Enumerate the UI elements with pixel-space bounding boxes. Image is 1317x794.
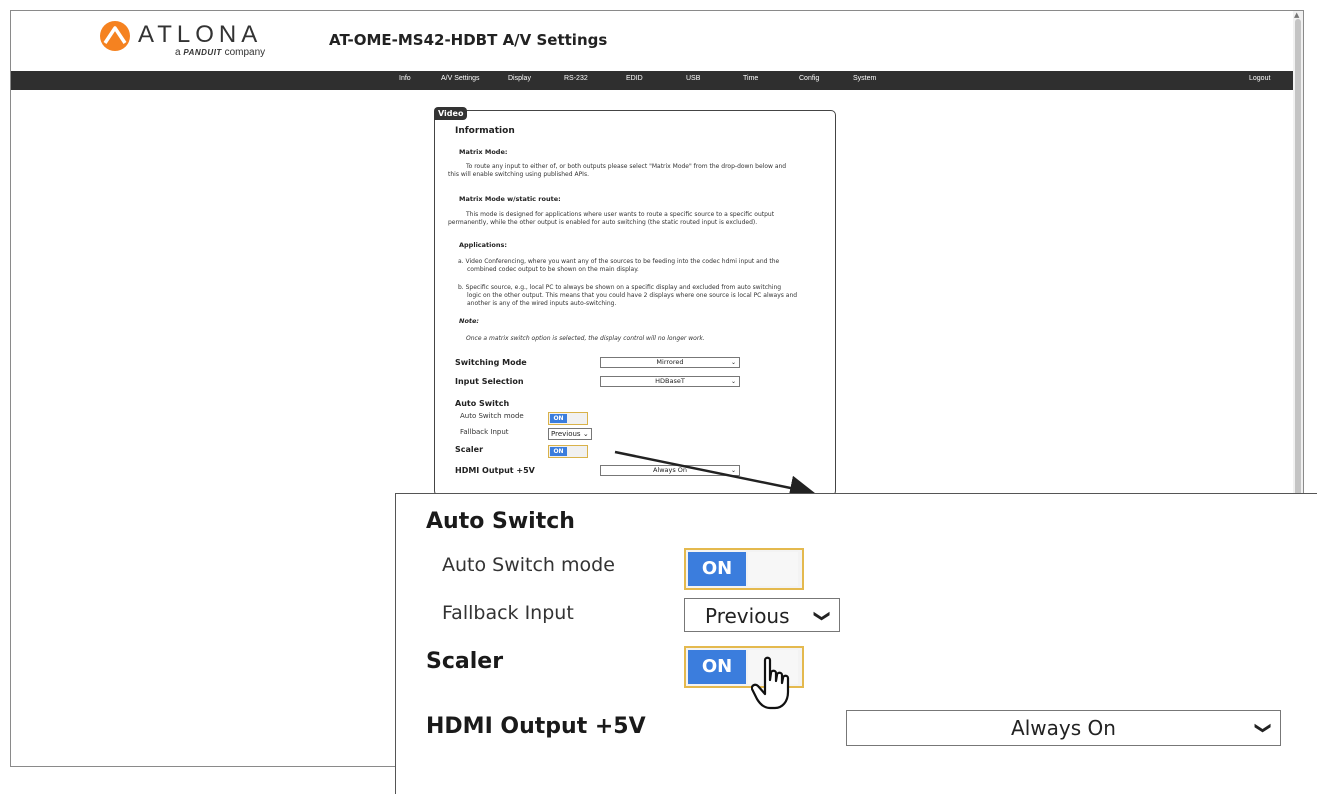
chevron-down-icon: ❯ — [1254, 721, 1274, 735]
chevron-down-icon: ❯ — [813, 609, 833, 623]
static-route-heading: Matrix Mode w/static route: — [459, 195, 561, 203]
application-item: logic on the other output. This means th… — [467, 292, 798, 299]
nav-bar: Info A/V Settings Display RS-232 EDID US… — [11, 71, 1294, 90]
zoom-fallback-input-label: Fallback Input — [442, 602, 574, 624]
scroll-up-arrow-icon[interactable]: ▲ — [1294, 11, 1299, 19]
note-heading: Note: — [459, 317, 480, 325]
input-selection-select[interactable]: HDBaseT ⌄ — [600, 376, 740, 387]
zoom-hdmi-output-select[interactable]: Always On ❯ — [846, 710, 1281, 746]
application-item: another is any of the wired inputs auto-… — [467, 300, 617, 307]
input-selection-label: Input Selection — [455, 377, 524, 386]
information-heading: Information — [455, 126, 515, 136]
switching-mode-label: Switching Mode — [455, 358, 527, 367]
toggle-knob — [748, 552, 798, 586]
static-route-text: permanently, while the other output is e… — [448, 219, 758, 226]
auto-switch-mode-label: Auto Switch mode — [460, 412, 524, 420]
nav-item-time[interactable]: Time — [743, 75, 758, 82]
scaler-label: Scaler — [455, 445, 484, 454]
video-panel: Video Information Matrix Mode: To route … — [434, 107, 836, 496]
chevron-down-icon: ⌄ — [730, 359, 736, 366]
zoom-hdmi-output-value: Always On — [1011, 716, 1116, 740]
toggle-on-label: ON — [688, 650, 746, 684]
logo-text: ATLONA — [138, 21, 263, 48]
logo-subtext: a PANDUIT company — [175, 47, 266, 58]
application-item: a. Video Conferencing, where you want an… — [458, 258, 780, 265]
atlona-logo[interactable]: ATLONA a PANDUIT company — [98, 19, 265, 58]
toggle-on-label: ON — [550, 414, 567, 423]
page-title: AT-OME-MS42-HDBT A/V Settings — [329, 31, 608, 49]
zoom-fallback-input-select[interactable]: Previous ❯ — [684, 598, 840, 632]
logout-link[interactable]: Logout — [1249, 75, 1270, 82]
hand-pointer-icon — [751, 656, 790, 710]
zoom-auto-switch-mode-label: Auto Switch mode — [442, 554, 615, 576]
nav-item-config[interactable]: Config — [799, 75, 819, 82]
nav-item-usb[interactable]: USB — [686, 75, 700, 82]
nav-item-rs232[interactable]: RS-232 — [564, 75, 588, 82]
scaler-toggle[interactable]: ON — [548, 445, 588, 458]
toggle-on-label: ON — [550, 447, 567, 456]
auto-switch-label: Auto Switch — [455, 399, 510, 408]
nav-item-av-settings[interactable]: A/V Settings — [441, 75, 480, 82]
zoom-scaler-label: Scaler — [426, 649, 504, 674]
static-route-text: This mode is designed for applications w… — [466, 211, 775, 218]
toggle-on-label: ON — [688, 552, 746, 586]
matrix-mode-text: To route any input to either of, or both… — [466, 163, 787, 170]
zoom-callout: Auto Switch Auto Switch mode ON Fallback… — [395, 493, 1317, 794]
note-text: Once a matrix switch option is selected,… — [466, 335, 705, 342]
nav-item-info[interactable]: Info — [399, 75, 411, 82]
video-panel-tag: Video — [434, 107, 468, 120]
callout-arrow-icon — [614, 450, 815, 500]
matrix-mode-text: this will enable switching using publish… — [448, 171, 589, 178]
zoom-fallback-input-value: Previous — [705, 604, 790, 628]
application-item: combined codec output to be shown on the… — [467, 266, 639, 273]
fallback-input-select[interactable]: Previous ⌄ — [548, 428, 592, 440]
switching-mode-select[interactable]: Mirrored ⌄ — [600, 357, 740, 368]
hdmi-output-label: HDMI Output +5V — [455, 466, 535, 475]
zoom-hdmi-output-label: HDMI Output +5V — [426, 714, 646, 739]
switching-mode-value: Mirrored — [656, 358, 684, 366]
atlona-logo-icon — [100, 21, 130, 51]
fallback-input-label: Fallback Input — [460, 428, 509, 436]
fallback-input-value: Previous — [551, 430, 581, 438]
nav-item-edid[interactable]: EDID — [626, 75, 643, 82]
application-item: b. Specific source, e.g., local PC to al… — [458, 284, 782, 291]
nav-item-system[interactable]: System — [853, 75, 876, 82]
input-selection-value: HDBaseT — [655, 377, 685, 385]
applications-heading: Applications: — [459, 241, 507, 249]
scrollbar-thumb[interactable] — [1295, 19, 1301, 499]
matrix-mode-heading: Matrix Mode: — [459, 148, 508, 156]
zoom-auto-switch-label: Auto Switch — [426, 509, 575, 534]
zoom-auto-switch-mode-toggle[interactable]: ON — [684, 548, 804, 590]
chevron-down-icon: ⌄ — [730, 378, 736, 385]
chevron-down-icon: ⌄ — [582, 430, 589, 438]
auto-switch-mode-toggle[interactable]: ON — [548, 412, 588, 425]
nav-item-display[interactable]: Display — [508, 75, 531, 82]
